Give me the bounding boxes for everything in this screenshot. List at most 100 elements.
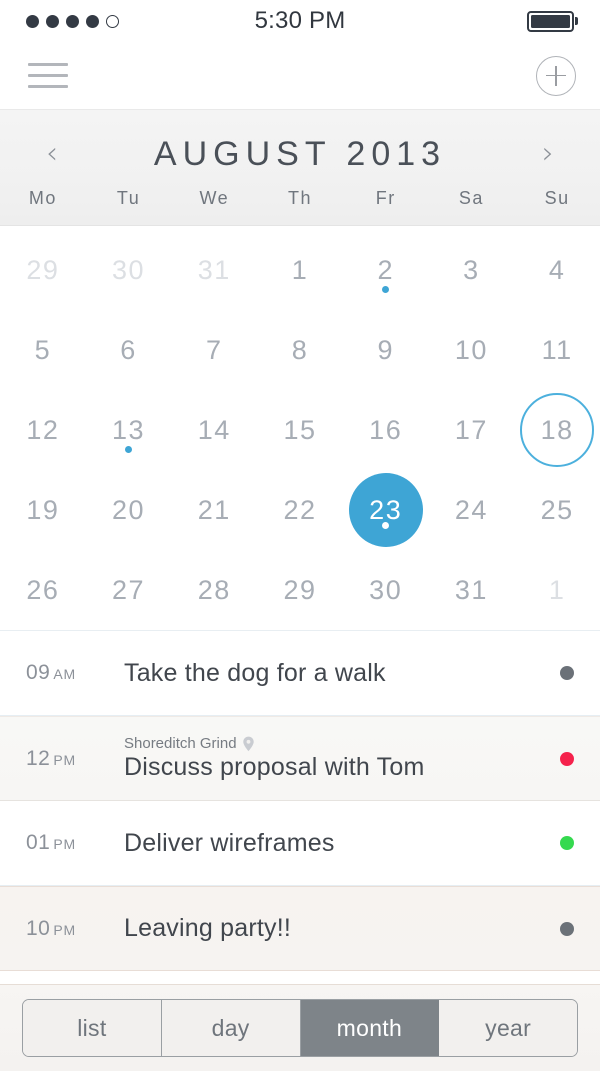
calendar-day-cell[interactable]: 16 [343, 390, 429, 470]
view-switcher-option-list[interactable]: list [23, 1000, 162, 1056]
hamburger-line [28, 63, 68, 66]
calendar-day-cell[interactable]: 19 [0, 470, 86, 550]
weekday-label: Tu [116, 188, 141, 208]
calendar-day-number: 14 [197, 414, 231, 445]
event-category-dot [560, 836, 574, 850]
event-title: Discuss proposal with Tom [124, 753, 425, 782]
calendar-day-cell[interactable]: 3 [429, 230, 515, 310]
event-row[interactable]: 09 AM Take the dog for a walk [0, 631, 600, 716]
calendar-day-number: 24 [454, 494, 488, 525]
signal-dot [26, 14, 39, 28]
calendar-day-cell[interactable]: 13 [86, 390, 172, 470]
event-row[interactable]: 12 PM Shoreditch Grind Discuss proposal wit… [0, 716, 600, 801]
hamburger-menu-icon[interactable] [26, 55, 70, 96]
event-time: 09 AM [26, 661, 118, 685]
signal-dot [106, 14, 119, 28]
signal-strength-indicator [26, 14, 119, 28]
event-time-meridiem: PM [53, 921, 76, 938]
calendar-day-cell[interactable]: 15 [257, 390, 343, 470]
calendar-day-number: 22 [283, 494, 317, 525]
calendar-day-number: 17 [454, 414, 488, 445]
event-time-meridiem: AM [53, 666, 76, 682]
event-category-dot [560, 751, 574, 766]
calendar-day-cell[interactable]: 2 [343, 230, 429, 310]
calendar-day-cell[interactable]: 9 [343, 310, 429, 390]
event-category-dot [560, 921, 574, 936]
event-row[interactable]: 01 PM Deliver wireframes [0, 801, 600, 886]
event-row[interactable]: 10 PM Leaving party!! [0, 886, 600, 971]
calendar-day-cell[interactable]: 21 [171, 470, 257, 550]
add-event-button[interactable] [536, 55, 576, 96]
event-title: Deliver wireframes [124, 828, 335, 857]
event-title: Leaving party!! [124, 914, 291, 943]
calendar-day-cell[interactable]: 24 [429, 470, 515, 550]
event-list: 09 AM Take the dog for a walk 12 PM Shoreditc… [0, 630, 600, 971]
signal-dot [66, 14, 79, 28]
calendar-day-number: 3 [463, 254, 480, 285]
view-switcher-segmented-control: list day month year [22, 999, 578, 1057]
month-year-title: AUGUST 2013 [153, 134, 447, 173]
calendar-day-cell[interactable]: 30 [86, 230, 172, 310]
view-switcher-option-year[interactable]: year [439, 1000, 577, 1056]
calendar-day-number: 6 [120, 334, 137, 365]
calendar-day-cell[interactable]: 31 [429, 550, 515, 630]
calendar-day-cell[interactable]: 23 [343, 470, 429, 550]
battery-body-icon [527, 10, 574, 32]
calendar-day-number: 25 [540, 494, 574, 525]
calendar-day-cell[interactable]: 26 [0, 550, 86, 630]
calendar-day-cell[interactable]: 14 [171, 390, 257, 470]
hamburger-line [28, 85, 68, 88]
next-month-button[interactable]: › [542, 139, 554, 169]
view-switcher-option-day[interactable]: day [161, 1000, 301, 1056]
battery-cap-icon [575, 17, 578, 25]
calendar-day-cell[interactable]: 4 [514, 230, 600, 310]
calendar-day-cell[interactable]: 22 [257, 470, 343, 550]
battery-indicator [527, 10, 578, 32]
status-bar: 5:30 PM [0, 0, 600, 42]
view-switcher-bar: list day month year [0, 984, 600, 1071]
calendar-day-number: 29 [283, 574, 317, 605]
calendar-day-cell[interactable]: 10 [429, 310, 515, 390]
calendar-day-cell[interactable]: 1 [514, 550, 600, 630]
calendar-day-cell[interactable]: 17 [429, 390, 515, 470]
previous-month-button[interactable]: ‹ [46, 139, 58, 169]
weekday-label: Th [287, 188, 312, 208]
weekday-label: Sa [458, 188, 484, 208]
calendar-day-cell[interactable]: 28 [171, 550, 257, 630]
calendar-day-number: 1 [548, 574, 566, 605]
calendar-day-cell[interactable]: 31 [171, 230, 257, 310]
month-header: ‹ AUGUST 2013 › Mo Tu We Th Fr Sa Su [0, 110, 600, 226]
calendar-day-cell[interactable]: 25 [514, 470, 600, 550]
calendar-day-cell[interactable]: 7 [171, 310, 257, 390]
calendar-day-cell[interactable]: 29 [0, 230, 86, 310]
event-time-hour: 09 [26, 661, 51, 684]
calendar-day-cell[interactable]: 18 [514, 390, 600, 470]
event-body: Take the dog for a walk [124, 659, 560, 688]
calendar-day-number: 10 [454, 334, 488, 365]
calendar-day-cell[interactable]: 5 [0, 310, 86, 390]
calendar-day-number: 21 [197, 494, 231, 525]
calendar-day-number: 28 [197, 574, 231, 605]
month-navigation: ‹ AUGUST 2013 › [0, 128, 600, 180]
view-switcher-option-month[interactable]: month [300, 1000, 440, 1056]
calendar-day-number: 9 [377, 334, 394, 365]
calendar-day-cell[interactable]: 12 [0, 390, 86, 470]
calendar-day-cell[interactable]: 1 [257, 230, 343, 310]
calendar-day-cell[interactable]: 29 [257, 550, 343, 630]
calendar-day-number: 16 [369, 414, 403, 445]
calendar-day-number: 27 [112, 574, 146, 605]
calendar-day-number: 5 [34, 334, 52, 365]
calendar-day-number: 7 [206, 334, 223, 365]
calendar-day-cell[interactable]: 30 [343, 550, 429, 630]
location-pin-icon [242, 736, 254, 751]
event-body: Shoreditch Grind Discuss proposal with To… [124, 735, 560, 782]
event-title: Take the dog for a walk [124, 658, 386, 687]
calendar-day-number: 18 [540, 414, 574, 445]
navigation-bar [0, 42, 600, 110]
calendar-day-cell[interactable]: 8 [257, 310, 343, 390]
event-time: 10 PM [26, 917, 118, 941]
calendar-day-cell[interactable]: 27 [86, 550, 172, 630]
calendar-day-cell[interactable]: 11 [514, 310, 600, 390]
calendar-day-cell[interactable]: 20 [86, 470, 172, 550]
calendar-day-cell[interactable]: 6 [86, 310, 172, 390]
